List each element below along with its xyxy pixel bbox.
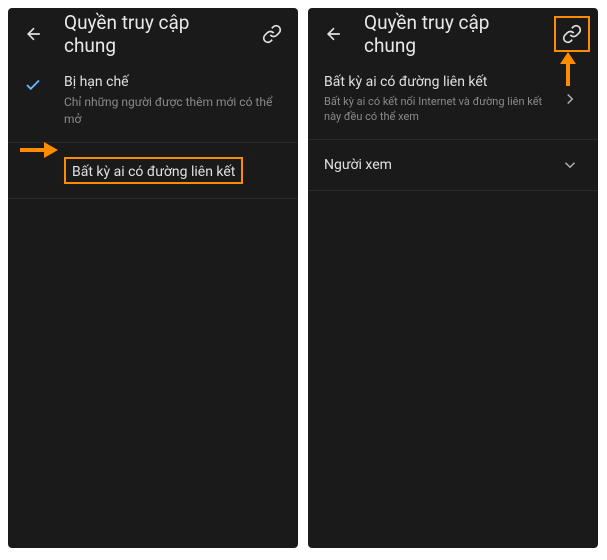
row-title: Người xem <box>324 157 558 173</box>
link-icon <box>262 24 282 44</box>
highlight-annotation: Bất kỳ ai có đường liên kết <box>64 157 243 184</box>
row-subtitle: Bất kỳ ai có kết nối Internet và đường l… <box>324 94 558 125</box>
back-button[interactable] <box>316 16 352 52</box>
header: Quyền truy cập chung <box>308 8 598 60</box>
arrow-left-icon <box>24 24 44 44</box>
copy-link-button[interactable] <box>254 16 290 52</box>
chevron-right-icon <box>561 90 579 108</box>
link-icon <box>562 24 582 44</box>
arrow-left-icon <box>324 24 344 44</box>
row-title: Bất kỳ ai có đường liên kết <box>324 74 558 90</box>
role-selector-row[interactable]: Người xem <box>308 140 598 191</box>
access-option-anyone-link[interactable]: Bất kỳ ai có đường liên kết <box>8 143 298 199</box>
access-summary-row[interactable]: Bất kỳ ai có đường liên kết Bất kỳ ai có… <box>308 60 598 140</box>
header: Quyền truy cập chung <box>8 8 298 60</box>
phone-screen-right: Quyền truy cập chung Bất kỳ ai có đường … <box>308 8 598 548</box>
option-title: Bị hạn chế <box>64 74 282 90</box>
back-button[interactable] <box>16 16 52 52</box>
page-title: Quyền truy cập chung <box>364 11 542 57</box>
copy-link-button[interactable] <box>554 16 590 52</box>
option-subtitle: Chỉ những người được thêm mới có thể mở <box>64 94 282 128</box>
access-option-restricted[interactable]: Bị hạn chế Chỉ những người được thêm mới… <box>8 60 298 143</box>
option-title: Bất kỳ ai có đường liên kết <box>72 164 235 180</box>
page-title: Quyền truy cập chung <box>64 11 242 57</box>
phone-screen-left: Quyền truy cập chung Bị hạn chế Chỉ nhữn… <box>8 8 298 548</box>
check-icon <box>24 76 42 94</box>
chevron-down-icon <box>561 156 579 174</box>
